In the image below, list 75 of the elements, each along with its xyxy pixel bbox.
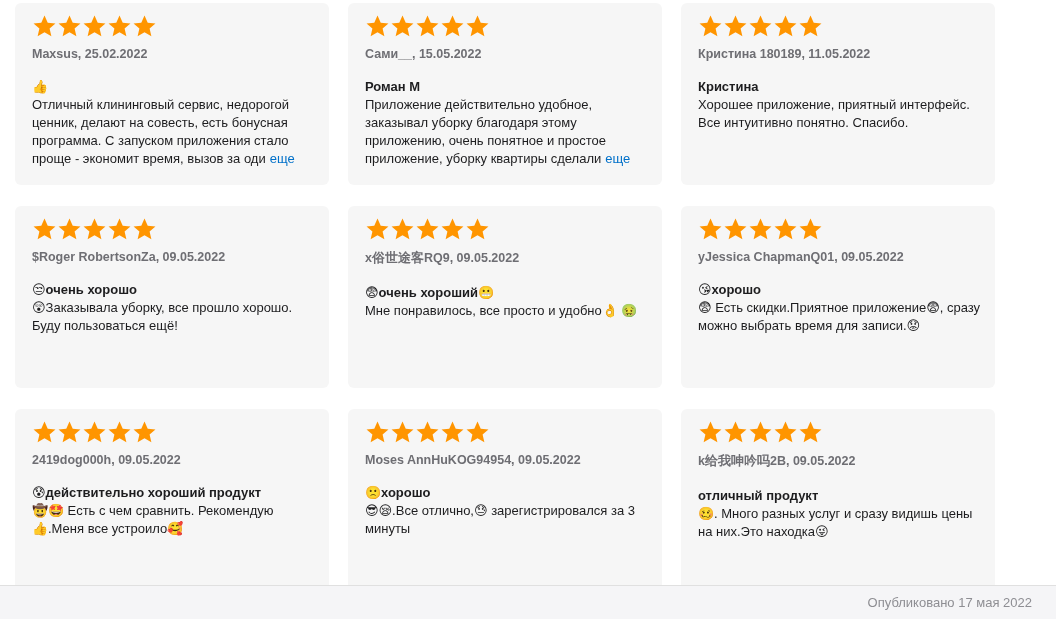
star-icon (465, 217, 490, 242)
review-text: 😲Заказывала уборку, все прошло хорошо. Буду пользоваться ещё! (32, 299, 294, 335)
review-text: 😨 Есть скидки.Приятное приложение😨, сразу можно выбрать время для записи.😟 (698, 299, 981, 335)
star-icon (465, 14, 490, 39)
star-icon (723, 420, 748, 445)
star-icon (365, 217, 390, 242)
review-text: Мне понравилось, все просто и удобно👌 🤢 (365, 302, 639, 320)
star-icon (748, 217, 773, 242)
star-icon (748, 420, 773, 445)
review-title: 🙁хорошо (365, 484, 432, 502)
star-icon (465, 420, 490, 445)
review-text: Отличный клининговый сервис, недорогой ценник, делают на совесть, есть бонусная программа. С запуском приложения стало проще - экономит время, вызов за оди еще (32, 96, 296, 168)
review-author: Кристина 180189, 11.05.2022 (698, 47, 872, 61)
star-icon (798, 217, 823, 242)
star-icon (723, 14, 748, 39)
star-icon (32, 217, 57, 242)
star-icon (390, 420, 415, 445)
star-icon (390, 14, 415, 39)
review-author: k给我呻吟吗2B, 09.05.2022 (698, 453, 857, 470)
review-author: Сами__, 15.05.2022 (365, 47, 483, 61)
star-icon (440, 14, 465, 39)
star-icon (723, 217, 748, 242)
star-icon (365, 14, 390, 39)
review-author: Maxsus, 25.02.2022 (32, 47, 149, 61)
review-title: Кристина (698, 78, 760, 96)
review-text: Приложение действительно удобное, заказывал уборку благодаря этому приложению, очень понятное и простое приложение, уборку квартиры сделали еще (365, 96, 632, 168)
more-link[interactable]: еще (605, 151, 631, 166)
star-icon (82, 217, 107, 242)
review-author: x俗世途客RQ9, 09.05.2022 (365, 250, 521, 267)
more-link[interactable]: еще (269, 151, 295, 166)
star-icon (798, 420, 823, 445)
star-icon (748, 14, 773, 39)
star-icon (415, 217, 440, 242)
review-title: отличный продукт (698, 487, 820, 505)
star-icon (57, 217, 82, 242)
star-icon (698, 14, 723, 39)
star-icon (32, 420, 57, 445)
review-author: yJessica ChapmanQ01, 09.05.2022 (698, 250, 905, 264)
star-icon (415, 420, 440, 445)
review-text: 😎😪.Все отлично,😓 зарегистрировался за 3 минуты (365, 502, 636, 538)
star-icon (82, 420, 107, 445)
review-text: 🥴. Много разных услуг и сразу видишь цены на них.Это находка😜 (698, 505, 974, 541)
review-author: 2419dog000h, 09.05.2022 (32, 453, 182, 467)
star-icon (440, 420, 465, 445)
review-author: $Roger RobertsonZa, 09.05.2022 (32, 250, 227, 264)
published-date: Опубликовано 17 мая 2022 (867, 595, 1032, 611)
review-text: 🤠🤩 Есть с чем сравнить. Рекомендую 👍.Меня все устроило🥰 (32, 502, 275, 538)
review-title: 😰действительно хороший продукт (32, 484, 263, 502)
star-icon (773, 420, 798, 445)
review-title: 😘хорошо (698, 281, 763, 299)
star-icon (132, 14, 157, 39)
review-author: Moses AnnHuKOG94954, 09.05.2022 (365, 453, 582, 467)
star-icon (57, 420, 82, 445)
star-icon (698, 420, 723, 445)
star-icon (415, 14, 440, 39)
star-icon (390, 217, 415, 242)
star-icon (798, 14, 823, 39)
star-icon (107, 420, 132, 445)
star-icon (132, 420, 157, 445)
star-icon (132, 217, 157, 242)
star-icon (107, 14, 132, 39)
star-icon (57, 14, 82, 39)
star-icon (773, 14, 798, 39)
star-icon (440, 217, 465, 242)
review-title: Роман М (365, 78, 422, 96)
star-icon (82, 14, 107, 39)
star-icon (773, 217, 798, 242)
review-text: Хорошее приложение, приятный интерфейс. Все интуитивно понятно. Спасибо. (698, 96, 971, 132)
star-icon (698, 217, 723, 242)
star-icon (365, 420, 390, 445)
star-icon (32, 14, 57, 39)
review-title: 👍 (32, 78, 49, 96)
star-icon (107, 217, 132, 242)
review-title: 😨очень хороший😬 (365, 284, 495, 302)
review-title: 😒очень хорошо (32, 281, 138, 299)
